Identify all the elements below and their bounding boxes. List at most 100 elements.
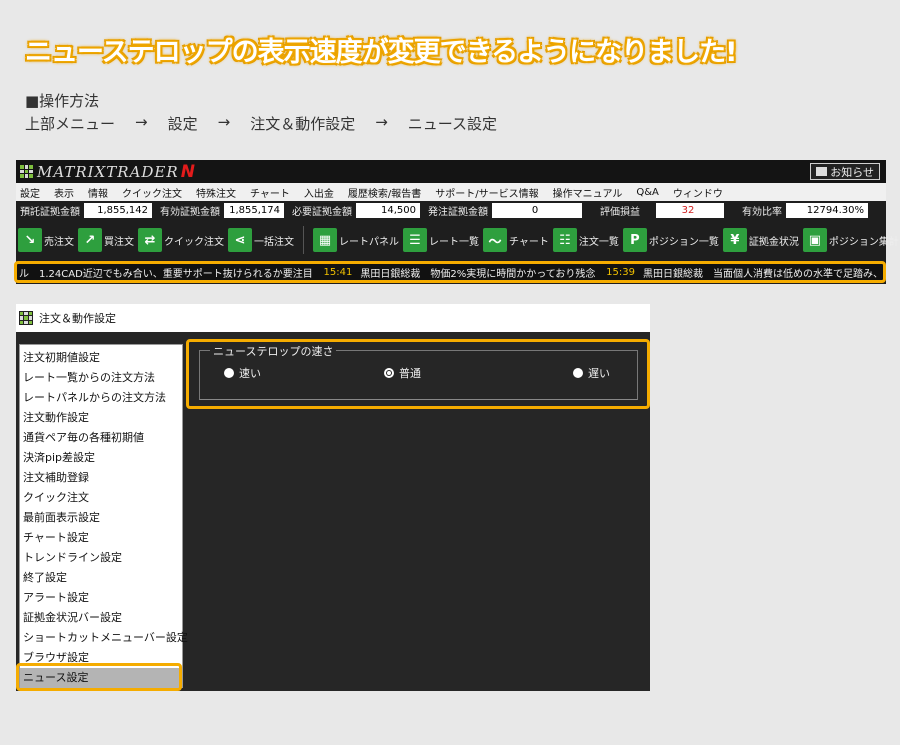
arrow-icon: → xyxy=(135,113,148,131)
settings-category-list: 注文初期値設定 レート一覧からの注文方法 レートパネルからの注文方法 注文動作設… xyxy=(19,344,188,688)
stat-value: 0 xyxy=(492,203,582,218)
position-icon: P xyxy=(622,228,647,252)
tool-label: ポジション一覧 xyxy=(648,236,719,248)
tool-label: クイック注文 xyxy=(164,236,224,248)
path-step: ニュース設定 xyxy=(407,115,498,133)
menu-support[interactable]: サポート/サービス情報 xyxy=(435,185,538,200)
menu-manual[interactable]: 操作マニュアル xyxy=(553,185,623,200)
radio-label: 普通 xyxy=(399,367,421,380)
headline: ニューステロップの表示速度が変更できるようになりました! xyxy=(25,37,737,68)
stat-value: 14,500 xyxy=(356,203,420,218)
arrow-icon: → xyxy=(375,113,388,131)
chart-button[interactable]: 〜 チャート xyxy=(483,228,549,252)
bulk-order-button[interactable]: ⋖ 一括注文 xyxy=(228,228,294,252)
stat-label: 預託証拠金額 xyxy=(20,207,80,218)
radio-fast[interactable]: 速い xyxy=(224,365,261,381)
stat-value: 1,855,142 xyxy=(84,203,152,218)
news-ticker[interactable]: ル 1.24CAD近辺でもみ合い、重要サポート抜けられるか要注目 15:41 黒… xyxy=(14,261,886,283)
category-item[interactable]: クイック注文 xyxy=(20,488,182,508)
radio-label: 遅い xyxy=(588,367,610,380)
category-item[interactable]: 最前面表示設定 xyxy=(20,508,182,528)
order-list-button[interactable]: ☷ 注文一覧 xyxy=(552,228,619,252)
category-item[interactable]: レート一覧からの注文方法 xyxy=(20,368,182,388)
arrow-down-right-icon: ↘ xyxy=(18,228,42,252)
trading-app-window: MATRIXTRADER N お知らせ 設定 表示 情報 クイック注文 特殊注文… xyxy=(14,160,899,284)
arrow-up-right-icon: ↗ xyxy=(78,228,102,252)
ticker-time: 15:41 xyxy=(323,266,353,278)
app-title-bar: MATRIXTRADER N お知らせ xyxy=(16,160,886,183)
radio-button-checked-icon xyxy=(384,368,394,378)
stat-label: 評価損益 xyxy=(600,207,640,218)
dialog-body: 注文初期値設定 レート一覧からの注文方法 レートパネルからの注文方法 注文動作設… xyxy=(16,332,650,691)
panel-icon: ▦ xyxy=(313,228,337,252)
tool-label: レート一覧 xyxy=(429,236,479,248)
menu-path: 上部メニュー → 設定 → 注文＆動作設定 → ニュース設定 xyxy=(25,113,497,134)
toolbar-separator xyxy=(298,226,309,254)
stat-label: 有効証拠金額 xyxy=(160,207,220,218)
radio-button-icon xyxy=(573,368,583,378)
rate-list-button[interactable]: ☰ レート一覧 xyxy=(403,228,479,252)
swap-arrows-icon: ⇄ xyxy=(138,228,162,252)
position-list-button[interactable]: P ポジション一覧 xyxy=(622,228,719,252)
summary-icon: ▣ xyxy=(802,228,827,252)
notice-icon xyxy=(816,167,828,176)
chart-icon: 〜 xyxy=(483,228,507,252)
notice-label: お知らせ xyxy=(830,165,874,179)
tool-label: ポジション集計 xyxy=(828,236,899,248)
ticker-speed-group: ニューステロップの速さ 速い 普通 遅い xyxy=(199,343,638,400)
selected-highlight-frame xyxy=(16,663,182,691)
stat-value: 12794.30% xyxy=(786,203,868,218)
notice-button[interactable]: お知らせ xyxy=(810,163,880,180)
menu-qa[interactable]: Q&A xyxy=(636,187,659,198)
menu-settings[interactable]: 設定 xyxy=(20,185,40,200)
category-item[interactable]: 注文補助登録 xyxy=(20,468,182,488)
buy-order-button[interactable]: ↗ 買注文 xyxy=(78,228,134,252)
category-item[interactable]: レートパネルからの注文方法 xyxy=(20,388,182,408)
category-item[interactable]: 決済pip差設定 xyxy=(20,448,182,468)
category-item[interactable]: 注文初期値設定 xyxy=(20,348,182,368)
menu-quick-order[interactable]: クイック注文 xyxy=(122,185,182,200)
category-item[interactable]: アラート設定 xyxy=(20,588,182,608)
howto-label: ■操作方法 xyxy=(25,92,100,110)
position-summary-button[interactable]: ▣ ポジション集計 xyxy=(802,228,899,252)
app-logo-icon xyxy=(19,311,33,325)
yen-icon: ¥ xyxy=(722,228,747,252)
category-item[interactable]: 注文動作設定 xyxy=(20,408,182,428)
order-list-icon: ☷ xyxy=(552,228,577,252)
menu-deposit[interactable]: 入出金 xyxy=(304,185,334,200)
menu-special-order[interactable]: 特殊注文 xyxy=(196,185,236,200)
category-item[interactable]: 終了設定 xyxy=(20,568,182,588)
branch-arrows-icon: ⋖ xyxy=(228,228,252,252)
ticker-time: 15:39 xyxy=(606,266,635,278)
radio-slow[interactable]: 遅い xyxy=(573,365,610,381)
menu-chart[interactable]: チャート xyxy=(250,185,290,200)
category-item[interactable]: 証拠金状況バー設定 xyxy=(20,608,182,628)
stat-value: 1,855,174 xyxy=(224,203,284,218)
menu-view[interactable]: 表示 xyxy=(54,185,74,200)
sell-order-button[interactable]: ↘ 売注文 xyxy=(18,228,74,252)
app-logo-icon xyxy=(20,165,33,178)
menu-info[interactable]: 情報 xyxy=(88,185,108,200)
ticker-item: 黒田日銀総裁 当面個人消費は低めの水準で足踏み、 xyxy=(643,268,883,280)
radio-label: 速い xyxy=(239,367,261,380)
order-settings-dialog: 注文＆動作設定 注文初期値設定 レート一覧からの注文方法 レートパネルからの注文… xyxy=(16,304,650,691)
arrow-icon: → xyxy=(217,113,231,131)
category-item[interactable]: トレンドライン設定 xyxy=(20,548,182,568)
menu-window[interactable]: ウィンドウ xyxy=(673,185,723,200)
tool-label: チャート xyxy=(509,236,549,248)
dialog-title-bar: 注文＆動作設定 xyxy=(16,304,650,332)
category-item[interactable]: チャート設定 xyxy=(20,528,182,548)
margin-status-button[interactable]: ¥ 証拠金状況 xyxy=(722,228,799,252)
path-step: 設定 xyxy=(167,115,198,133)
category-item[interactable]: ショートカットメニューバー設定 xyxy=(20,628,188,648)
rate-panel-button[interactable]: ▦ レートパネル xyxy=(313,228,399,252)
category-item[interactable]: 通貨ペア毎の各種初期値 xyxy=(20,428,182,448)
margin-stats-bar: 預託証拠金額 1,855,142 有効証拠金額 1,855,174 必要証拠金額… xyxy=(16,201,886,220)
radio-normal[interactable]: 普通 xyxy=(384,365,421,381)
list-icon: ☰ xyxy=(403,228,427,252)
path-step: 注文＆動作設定 xyxy=(250,115,356,133)
ticker-item: ル 1.24CAD近辺でもみ合い、重要サポート抜けられるか要注目 xyxy=(19,268,313,280)
radio-button-icon xyxy=(224,368,234,378)
menu-history[interactable]: 履歴検索/報告書 xyxy=(348,185,421,200)
quick-order-button[interactable]: ⇄ クイック注文 xyxy=(138,228,224,252)
